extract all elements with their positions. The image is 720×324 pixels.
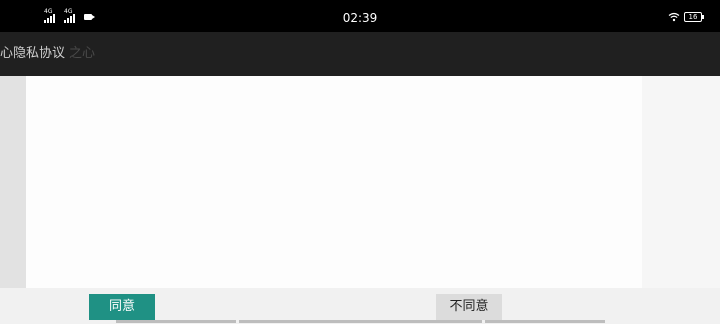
wifi-icon [668,12,680,22]
scrollbar-segment [239,320,482,323]
status-bar: 4G 4G 02:39 16 [0,0,720,32]
scrollbar-segment [485,320,605,323]
agreement-content[interactable] [26,76,642,288]
agree-button[interactable]: 同意 [89,294,155,320]
status-right: 16 [668,12,704,22]
disagree-button[interactable]: 不同意 [436,294,502,320]
action-bar: 同意 不同意 [0,288,720,324]
battery-level: 16 [688,13,698,21]
clock: 02:39 [342,11,378,25]
app-bar: 心隐私协议 之心 [0,32,720,76]
faded-title-text: 之心 [69,46,96,61]
scrollbar-segment [116,320,236,323]
right-margin [642,76,720,288]
left-margin [0,76,26,288]
page-title: 心隐私协议 之心 [0,32,95,76]
title-text: 心隐私协议 [0,46,66,61]
battery-icon: 16 [684,12,704,22]
